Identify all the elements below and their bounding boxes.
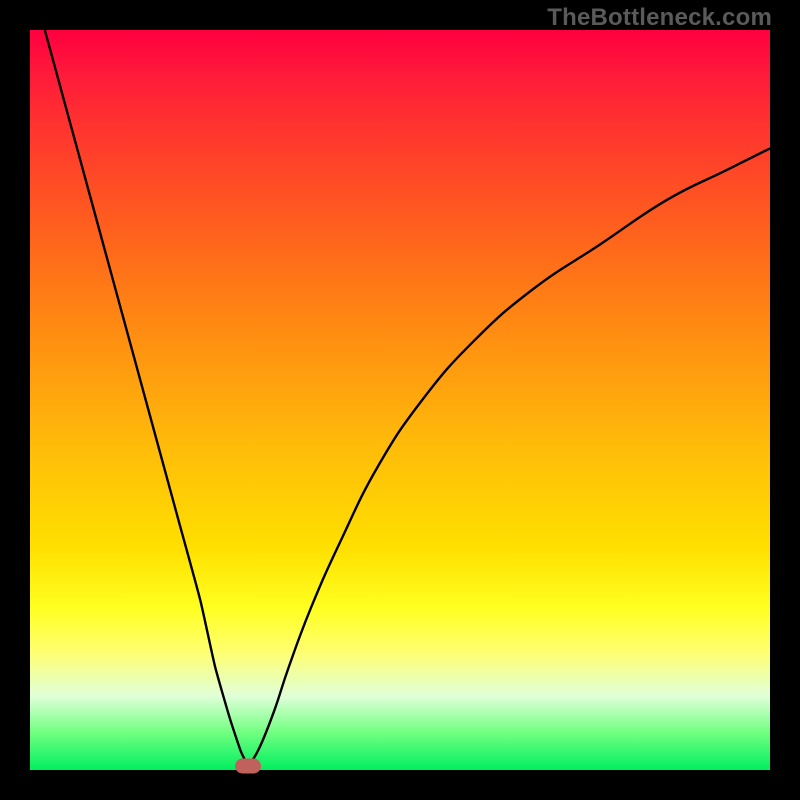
chart-stage: TheBottleneck.com: [0, 0, 800, 800]
minimum-marker: [235, 759, 261, 774]
curve-left-branch: [45, 30, 249, 766]
curve-svg: [30, 30, 770, 770]
plot-area: [30, 30, 770, 770]
watermark-text: TheBottleneck.com: [547, 4, 772, 32]
curve-right-branch: [248, 148, 770, 766]
